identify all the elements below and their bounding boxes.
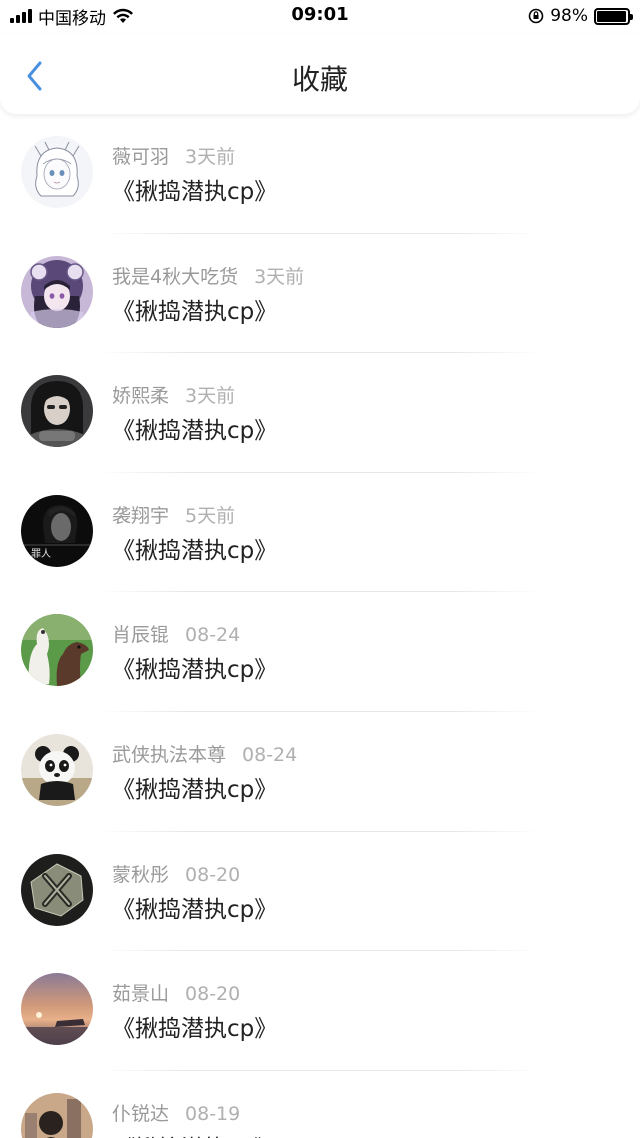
item-title: 《揪捣潜执cp》 (112, 776, 278, 803)
avatar[interactable] (21, 375, 93, 448)
timestamp: 08-24 (242, 743, 298, 766)
timestamp: 08-20 (185, 863, 241, 886)
rotation-lock-icon (528, 8, 544, 24)
list-item[interactable]: 茹景山 08-20 《揪捣潜执cp》 (0, 951, 640, 1071)
list-item[interactable]: 肖辰锟 08-24 《揪捣潜执cp》 (0, 592, 640, 712)
list-item[interactable]: 薇可羽 3天前 《揪捣潜执cp》 (0, 114, 640, 234)
avatar[interactable] (21, 1092, 93, 1138)
list-item[interactable]: 武侠执法本尊 08-24 《揪捣潜执cp》 (0, 712, 640, 832)
battery-icon (594, 7, 633, 25)
battery-percent: 98% (550, 6, 588, 26)
item-title: 《揪捣潜执cp》 (112, 537, 278, 564)
username: 肖辰锟 (112, 624, 170, 647)
avatar[interactable] (21, 973, 93, 1046)
username: 蒙秋彤 (112, 863, 170, 886)
item-title: 《揪捣潜执cp》 (112, 418, 278, 445)
favorites-list: 薇可羽 3天前 《揪捣潜执cp》 我是4秋大吃货 3天前 《揪捣潜执cp》 娇熙… (0, 114, 640, 1138)
item-title: 《揪捣潜执cp》 (112, 896, 278, 923)
username: 薇可羽 (112, 146, 170, 168)
username: 茹景山 (112, 983, 170, 1006)
avatar-caption: 罪人 (31, 548, 51, 560)
item-title: 《揪捣潜执cp》 (112, 1129, 277, 1138)
timestamp: 3天前 (185, 146, 236, 168)
username: 仆锐达 (112, 1102, 170, 1125)
avatar[interactable] (21, 136, 93, 208)
timestamp: 3天前 (185, 385, 236, 408)
avatar[interactable] (21, 255, 93, 328)
username: 娇熙柔 (112, 385, 170, 408)
avatar[interactable] (21, 853, 93, 926)
item-title: 《揪捣潜执cp》 (112, 1016, 278, 1043)
username: 袭翔宇 (112, 504, 170, 527)
nav-bar: 收藏 (0, 34, 640, 114)
list-item[interactable]: 娇熙柔 3天前 《揪捣潜执cp》 (0, 353, 640, 473)
timestamp: 08-24 (185, 624, 241, 647)
avatar[interactable] (21, 733, 93, 806)
page-title: 收藏 (291, 63, 348, 96)
item-title: 《揪捣潜执cp》 (112, 179, 278, 205)
username: 武侠执法本尊 (112, 743, 227, 766)
list-item[interactable]: 罪人 袭翔宇 5天前 《揪捣潜执cp》 (0, 473, 640, 593)
timestamp: 5天前 (185, 504, 236, 527)
list-item[interactable]: 我是4秋大吃货 3天前 《揪捣潜执cp》 (0, 234, 640, 354)
timestamp: 08-20 (185, 983, 241, 1006)
item-title: 《揪捣潜执cp》 (112, 657, 278, 684)
list-item[interactable]: 蒙秋彤 08-20 《揪捣潜执cp》 (0, 832, 640, 952)
timestamp: 3天前 (254, 265, 305, 288)
item-title: 《揪捣潜执cp》 (112, 298, 278, 325)
username: 我是4秋大吃货 (112, 265, 239, 288)
status-bar: 中国移动 09:01 98% (0, 0, 640, 34)
list-item[interactable]: 仆锐达 08-19 《揪捣潜执cp》 (0, 1071, 640, 1138)
timestamp: 08-19 (185, 1102, 241, 1125)
avatar[interactable]: 罪人 (21, 494, 93, 567)
avatar[interactable] (21, 614, 93, 687)
